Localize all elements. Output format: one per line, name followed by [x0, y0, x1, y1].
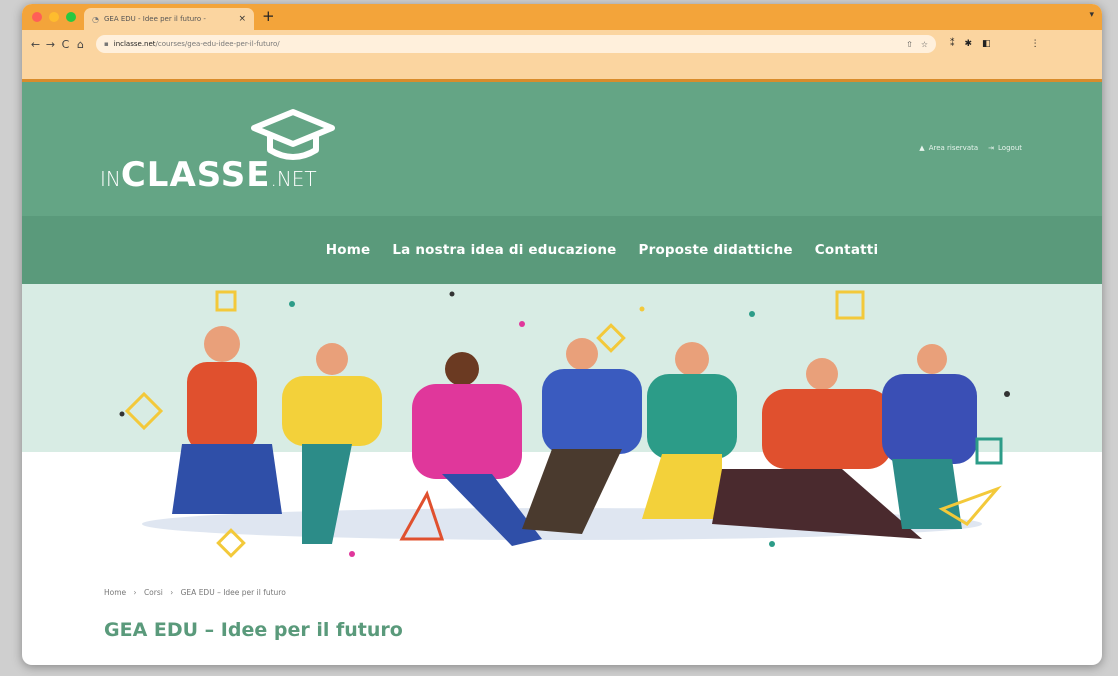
forward-icon[interactable]: → [43, 38, 58, 51]
menu-item-educazione[interactable]: La nostra idea di educazione [392, 242, 616, 258]
logout-icon: ⇥ [988, 144, 995, 152]
breadcrumb-current: GEA EDU – Idee per il futuro [180, 588, 286, 597]
breadcrumb-corsi[interactable]: Corsi [144, 588, 163, 597]
maximize-window-button[interactable] [66, 12, 76, 22]
hero-illustration [22, 284, 1102, 569]
lock-icon: ▪ [104, 40, 109, 48]
breadcrumb-separator: › [170, 588, 174, 597]
menu-item-home[interactable]: Home [326, 242, 371, 258]
new-tab-icon[interactable]: + [262, 7, 275, 25]
back-icon[interactable]: ← [28, 38, 43, 51]
reserved-area-link[interactable]: Area riservata [929, 144, 978, 152]
sidepanel-icon[interactable]: ◧ [982, 39, 991, 49]
browser-tab[interactable]: ◔ GEA EDU - Idee per il futuro - × [84, 8, 254, 30]
logo-prefix: IN [100, 167, 121, 191]
reload-icon[interactable]: C [58, 38, 73, 51]
browser-band [22, 58, 1102, 82]
tab-search-icon[interactable]: ▾ [1089, 10, 1094, 20]
menu-item-proposte[interactable]: Proposte didattiche [639, 242, 793, 258]
logout-link[interactable]: Logout [998, 144, 1022, 152]
url-path: /courses/gea-edu-idee-per-il-futuro/ [155, 40, 280, 48]
menu-icon[interactable]: ⋮ [1031, 39, 1040, 49]
address-bar[interactable]: ▪ inclasse.net /courses/gea-edu-idee-per… [96, 35, 936, 53]
tab-title: GEA EDU - Idee per il futuro - [103, 15, 206, 23]
url-domain: inclasse.net [113, 40, 156, 48]
page-title: GEA EDU – Idee per il futuro [104, 619, 403, 641]
user-icon: ▲ [919, 144, 925, 152]
site-logo[interactable]: INCLASSE.NET [100, 108, 360, 198]
puzzle-icon[interactable]: ✱ [965, 39, 973, 49]
close-window-button[interactable] [32, 12, 42, 22]
students-illustration [119, 290, 1010, 558]
site-header: INCLASSE.NET ▲ Area riservata ⇥ Logout [22, 82, 1102, 216]
extension-icon[interactable]: ⁑ [950, 39, 955, 49]
logo-suffix-text: NET [276, 167, 317, 191]
breadcrumb-home[interactable]: Home [104, 588, 126, 597]
menu-item-contatti[interactable]: Contatti [815, 242, 879, 258]
browser-window: ◔ GEA EDU - Idee per il futuro - × + ▾ ←… [22, 4, 1102, 665]
breadcrumb-separator: › [133, 588, 137, 597]
logo-text: INCLASSE.NET [100, 158, 317, 192]
home-icon[interactable]: ⌂ [73, 38, 88, 51]
close-tab-icon[interactable]: × [238, 14, 246, 24]
favicon-icon: ◔ [92, 14, 99, 24]
minimize-window-button[interactable] [49, 12, 59, 22]
browser-toolbar: ← → C ⌂ ▪ inclasse.net /courses/gea-edu-… [22, 30, 1102, 58]
bookmark-star-icon[interactable]: ☆ [921, 40, 928, 49]
breadcrumb: Home › Corsi › GEA EDU – Idee per il fut… [104, 588, 291, 597]
main-menu: Home La nostra idea di educazione Propos… [22, 216, 1102, 284]
logo-main: CLASSE [120, 155, 271, 195]
account-links: ▲ Area riservata ⇥ Logout [919, 144, 1026, 152]
share-icon[interactable]: ⇧ [906, 40, 913, 49]
tab-strip: ◔ GEA EDU - Idee per il futuro - × + ▾ [22, 4, 1102, 30]
